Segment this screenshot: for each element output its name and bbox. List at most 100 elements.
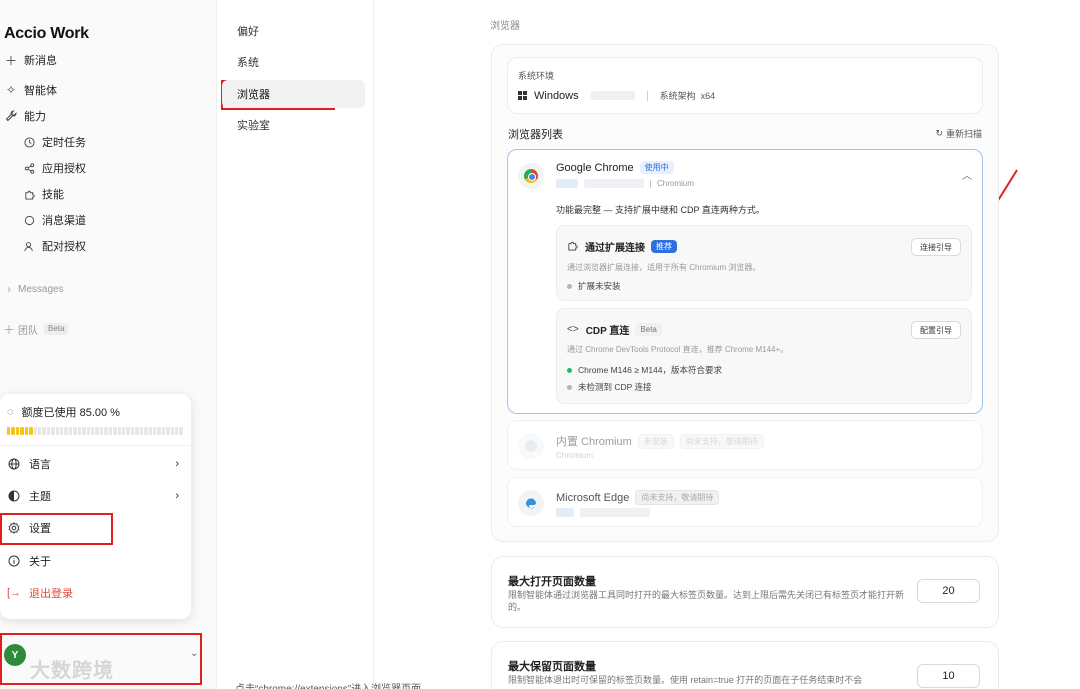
quota-row: ◌ 额度已使用 85.00 % [7,404,120,420]
quota-tick [15,427,20,435]
sidebar-item-label: 技能 [42,189,64,201]
tab-browser[interactable]: 浏览器 [222,80,365,108]
team-label: 团队 [18,325,38,337]
new-message-button[interactable]: ＋ 新消息 [4,49,57,71]
menu-item-settings[interactable]: 设置 [7,518,183,538]
rescan-button[interactable]: ↻ 重新扫描 [935,127,982,140]
rescan-label: 重新扫描 [945,129,982,139]
quota-tick [121,427,126,435]
windows-icon [518,91,527,100]
quota-tick [33,427,37,435]
chevron-right-icon: › [7,282,11,296]
menu-item-about[interactable]: 关于 [7,551,183,571]
circle-icon [22,213,36,227]
sidebar-item-label: 定时任务 [42,137,86,149]
recommended-badge: 推荐 [651,240,677,253]
sidebar-item-scheduled-tasks[interactable]: 定时任务 [22,131,86,153]
menu-item-label: 主题 [29,491,51,503]
quota-tick [113,427,117,435]
logout-icon: [→ [6,587,22,599]
settings-nav: 偏好 系统 浏览器 实验室 [218,0,374,689]
tab-lab[interactable]: 实验室 [222,111,365,139]
menu-item-logout[interactable]: [→ 退出登录 [7,583,183,603]
plus-icon: ＋ [3,322,16,337]
chevron-right-icon: › [175,490,179,502]
redacted-block [580,508,650,517]
sub-title-text: 通过扩展连接 [585,243,645,254]
share-icon [22,161,36,175]
quota-tick [29,427,33,435]
setting-desc: 限制智能体通过浏览器工具同时打开的最大标签页数量。达到上限后需先关闭已有标签页才… [508,590,905,612]
quota-tick [179,427,183,435]
max-keep-pages-input[interactable]: 10 [917,664,980,688]
refresh-icon: ◌ [7,406,14,418]
status-text: 未检测到 CDP 连接 [578,382,652,392]
quota-tick [152,427,157,435]
quota-tick [7,427,11,435]
browser-card: 系统环境 Windows 系统架构 x64 浏览器列表 ↻ 重新扫描 Googl… [491,44,999,542]
caption-text: 点击“chrome://extensions”进入浏览器页面 [0,680,700,689]
quota-tick [73,427,77,435]
max-open-pages-input[interactable]: 20 [917,579,980,603]
sidebar-item-channels[interactable]: 消息渠道 [22,209,86,231]
menu-item-label: 退出登录 [29,588,73,600]
builtin-chromium-card: 内置 Chromium 未安装 尚未支持，敬请期待 Chromium [507,420,983,470]
quota-tick [108,427,113,435]
browser-name-row: Microsoft Edge 尚未支持，敬请期待 [556,490,720,505]
quota-tick [170,427,175,435]
sidebar-item-pairing[interactable]: 配对授权 [22,235,86,257]
setting-title: 最大打开页面数量 [508,576,596,588]
quota-tick [86,427,91,435]
sidebar-item-capabilities[interactable]: 能力 [4,105,46,127]
sub-title: 通过扩展连接 推荐 [567,239,677,254]
capabilities-label: 能力 [24,111,46,123]
user-account-bar[interactable]: Y 大数跨境 ⌄ [0,634,202,684]
sidebar-item-agents[interactable]: ✧ 智能体 [4,79,57,101]
quota-tick [37,427,42,435]
tab-system[interactable]: 系统 [222,48,365,76]
quota-tick [135,427,139,435]
quota-tick [157,427,161,435]
sidebar-item-skills[interactable]: 技能 [22,183,64,205]
browser-name: Google Chrome [556,161,634,174]
sidebar-item-messages[interactable]: › Messages [4,278,64,300]
status-row-cdp: 未检测到 CDP 连接 [567,381,652,393]
connect-guide-button[interactable]: 连接引导 [911,238,961,256]
info-icon [7,555,21,567]
quota-tick [148,427,152,435]
menu-item-theme[interactable]: 主题 › [7,486,183,506]
quota-tick [91,427,95,435]
agents-label: 智能体 [24,85,57,97]
quota-tick [77,427,82,435]
chevron-right-icon: › [175,458,179,470]
chevron-up-icon[interactable]: ︿ [962,167,972,182]
beta-badge: Beta [44,323,69,335]
sub-desc: 通过浏览器扩展连接，适用于所有 Chromium 浏览器。 [567,263,761,272]
menu-item-label: 关于 [29,556,51,568]
watermark-text: 大数跨境 [30,660,114,682]
quota-tick [95,427,99,435]
sub-title: <> CDP 直连 Beta [567,322,662,337]
status-row-version: Chrome M146 ≥ M144，版本符合要求 [567,364,722,376]
quota-progress-bar [7,427,183,435]
menu-item-language[interactable]: 语言 › [7,454,183,474]
edge-icon [518,490,544,516]
env-row: Windows 系统架构 x64 [518,89,715,102]
tab-preferences[interactable]: 偏好 [222,17,365,45]
quota-tick [82,427,86,435]
divider [0,445,191,446]
redacted-block [584,179,644,188]
sidebar-item-app-auth[interactable]: 应用授权 [22,157,86,179]
sidebar: Accio Work ＋ 新消息 ✧ 智能体 能力 定时任务 应用授权 技能 消… [0,0,217,689]
quota-tick [42,427,46,435]
sidebar-item-team[interactable]: ＋ 团队 Beta [3,318,69,340]
status-badge: 使用中 [639,161,674,174]
chrome-browser-card[interactable]: Google Chrome 使用中 Chromium ︿ 功能最完整 — 支持扩… [507,149,983,414]
clock-icon [22,135,36,149]
puzzle-icon [22,187,36,201]
quota-tick [55,427,60,435]
quota-tick [20,427,24,435]
menu-item-label: 设置 [29,523,51,535]
new-message-label: 新消息 [24,55,57,67]
config-guide-button[interactable]: 配置引导 [911,321,961,339]
